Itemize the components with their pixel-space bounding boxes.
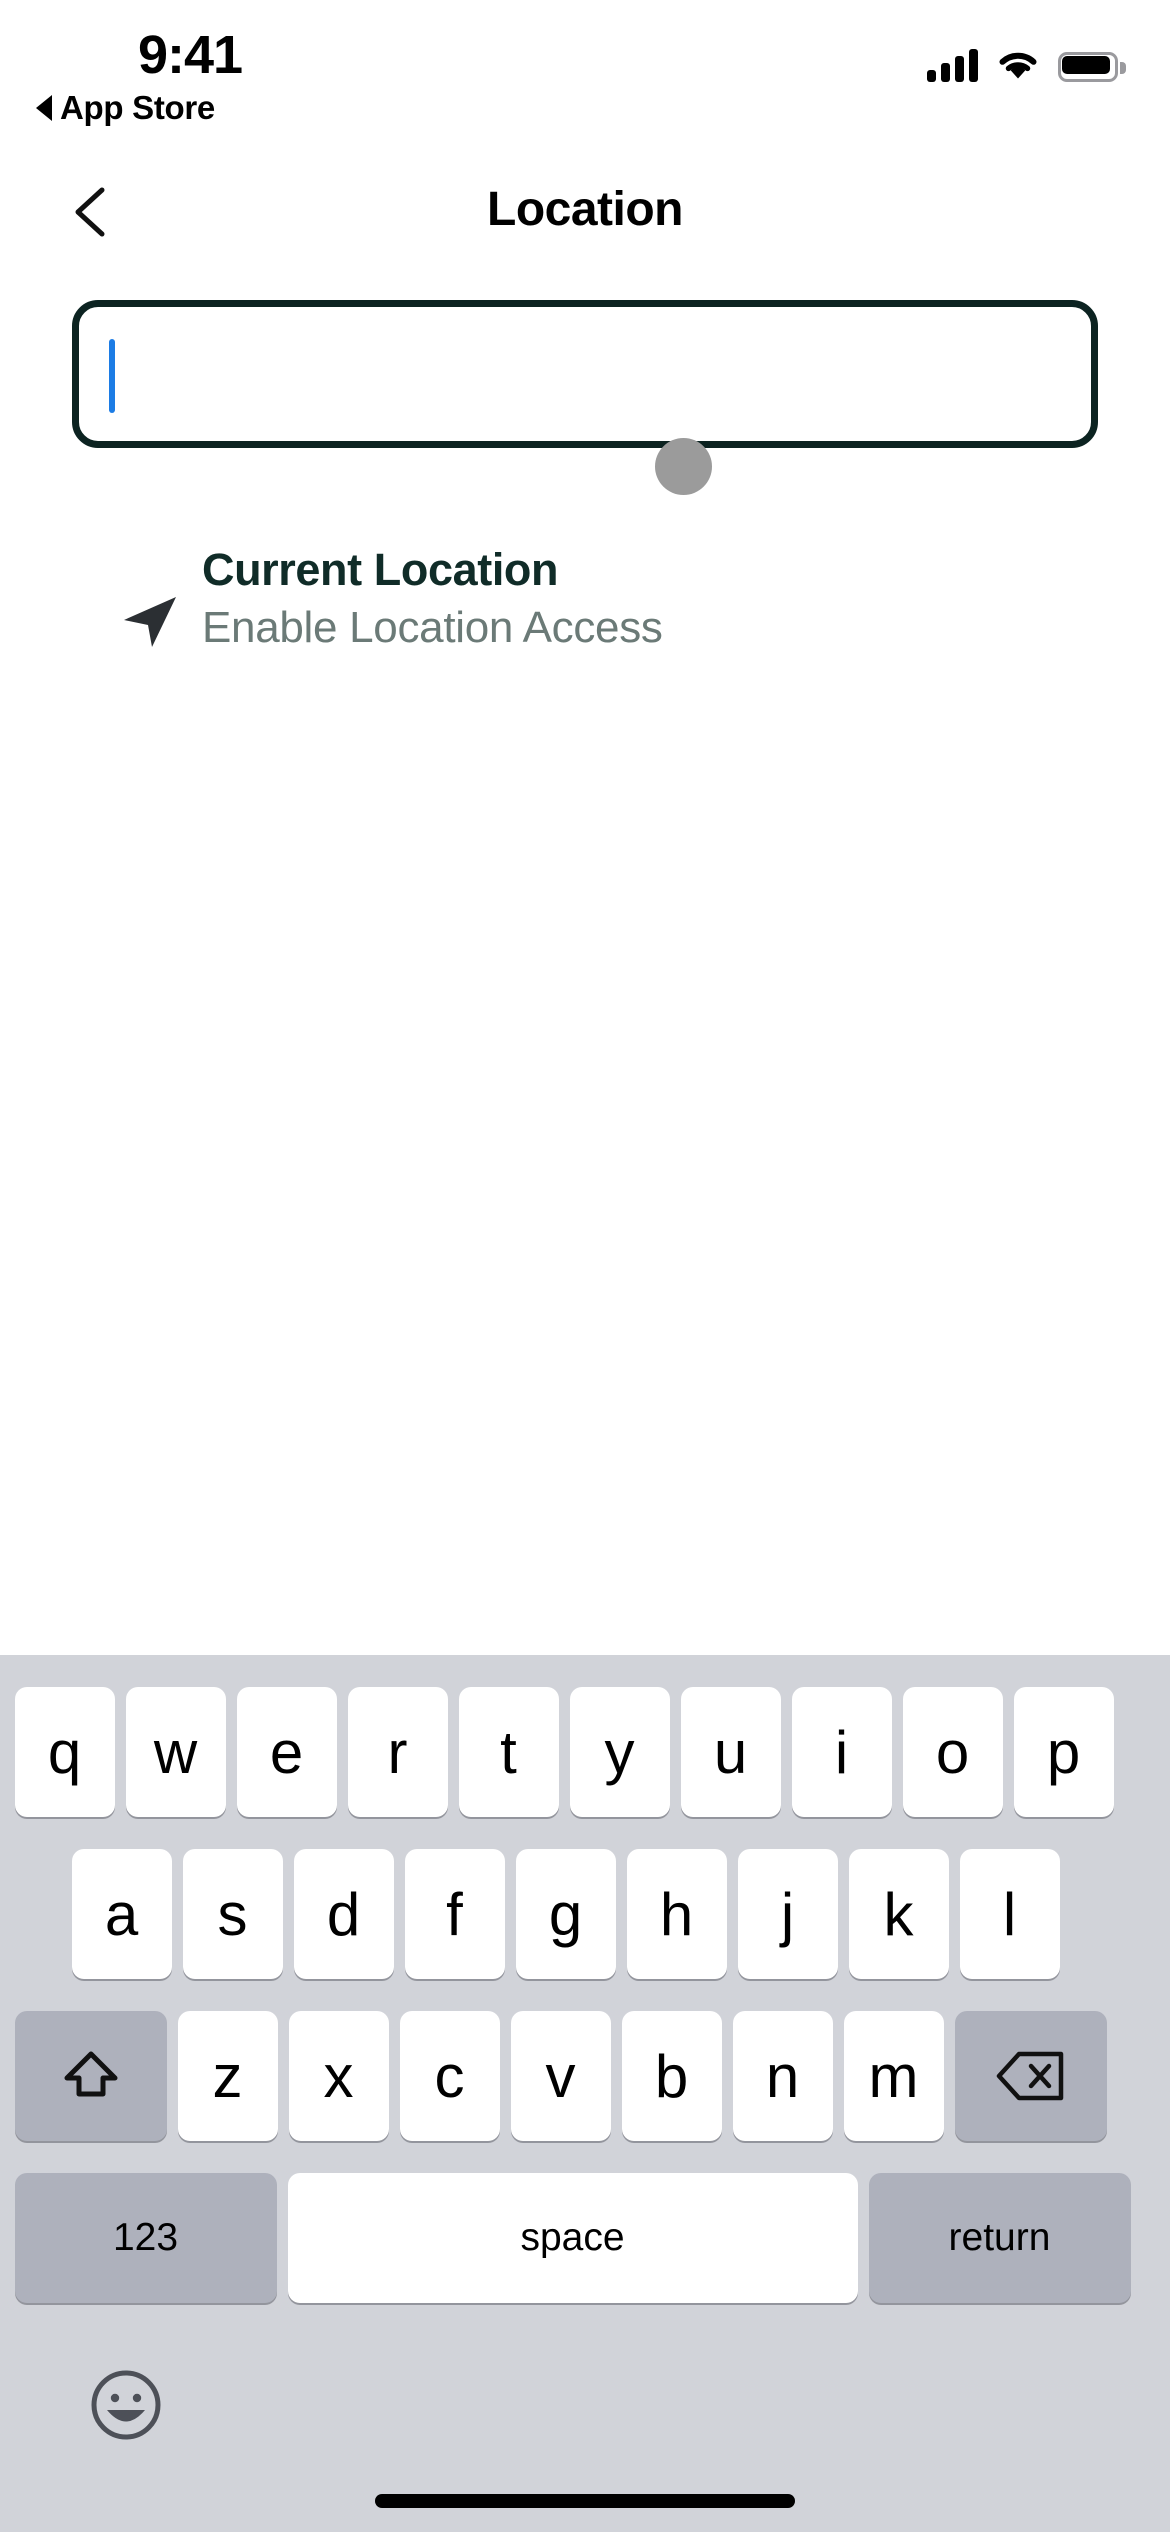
key-i[interactable]: i [791,1687,892,1817]
key-f[interactable]: f [404,1849,505,1979]
location-search-input[interactable] [72,300,1098,448]
key-w[interactable]: w [125,1687,226,1817]
return-key[interactable]: return [868,2173,1131,2303]
keyboard-row-1: q w e r t y u i o p [0,1687,1170,1817]
result-title: Current Location [202,544,559,595]
key-k[interactable]: k [848,1849,949,1979]
status-bar-icons [927,48,1126,82]
backspace-delete-icon [996,2051,1063,2101]
key-p[interactable]: p [1013,1687,1114,1817]
key-g[interactable]: g [515,1849,616,1979]
backspace-key[interactable] [954,2011,1107,2141]
location-arrow-icon [118,587,182,651]
key-t[interactable]: t [458,1687,559,1817]
key-x[interactable]: x [288,2011,389,2141]
shift-key[interactable] [14,2011,167,2141]
key-z[interactable]: z [177,2011,278,2141]
back-app-label: App Store [60,89,215,126]
keyboard-row-3: z x c v b n m [0,2011,1170,2141]
navigation-bar: Location [0,160,1170,270]
key-q[interactable]: q [14,1687,115,1817]
key-n[interactable]: n [732,2011,833,2141]
key-j[interactable]: j [737,1849,838,1979]
key-m[interactable]: m [843,2011,944,2141]
key-b[interactable]: b [621,2011,722,2141]
numbers-key[interactable]: 123 [14,2173,277,2303]
status-bar: 9:41 App Store [0,0,1170,150]
onscreen-keyboard: q w e r t y u i o p a s d f g h j k l z … [0,1655,1170,2532]
return-to-app-store-breadcrumb[interactable]: App Store [36,89,215,127]
emoji-keyboard-button[interactable] [88,2367,164,2443]
result-subtitle: Enable Location Access [202,603,663,653]
key-c[interactable]: c [399,2011,500,2141]
wifi-icon [996,48,1040,82]
battery-full-icon [1058,52,1126,82]
location-results-list: Current Location Enable Location Access [0,544,1170,665]
text-cursor [109,339,115,413]
list-item-current-location[interactable]: Current Location Enable Location Access [0,544,1170,665]
page-title: Location [487,183,684,236]
key-u[interactable]: u [680,1687,781,1817]
keyboard-row-2: a s d f g h j k l [0,1849,1170,1979]
space-key[interactable]: space [287,2173,858,2303]
key-r[interactable]: r [347,1687,448,1817]
key-y[interactable]: y [569,1687,670,1817]
keyboard-row-4: 123 space return [0,2173,1170,2303]
key-l[interactable]: l [959,1849,1060,1979]
key-o[interactable]: o [902,1687,1003,1817]
status-bar-time: 9:41 [137,25,243,85]
key-s[interactable]: s [182,1849,283,1979]
key-v[interactable]: v [510,2011,611,2141]
key-h[interactable]: h [626,1849,727,1979]
home-indicator[interactable] [375,2494,795,2508]
app-screen: 9:41 App Store Location Current Location… [0,0,1170,2532]
triangle-left-icon [36,95,52,121]
key-a[interactable]: a [71,1849,172,1979]
key-e[interactable]: e [236,1687,337,1817]
tap-indicator [655,438,712,495]
emoji-smiley-icon [91,2370,161,2440]
key-d[interactable]: d [293,1849,394,1979]
cellular-signal-icon [927,48,978,82]
shift-arrow-up-icon [64,2051,117,2097]
